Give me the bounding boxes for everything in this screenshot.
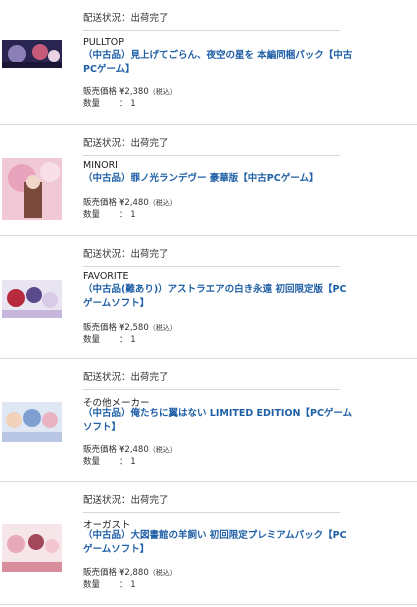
product-thumbnail[interactable]: [2, 280, 62, 318]
product-title-link[interactable]: （中古品）俺たちに翼はない LIMITED EDITION【PCゲームソフト】: [83, 407, 353, 435]
quantity-row: 数量 ： 1: [83, 578, 136, 590]
quantity-label: 数量: [83, 99, 101, 109]
product-title-link[interactable]: （中古品）罪ノ光ランデヴー 豪華版【中古PCゲーム】: [83, 172, 353, 186]
delivery-status: 配送状況：出荷完了: [83, 369, 340, 390]
quantity-separator: ：: [119, 457, 128, 467]
tax-note: （税込）: [148, 324, 177, 332]
price-value: ¥2,580: [119, 323, 149, 333]
order-item: 配送状況：出荷完了 その他メーカー （中古品）俺たちに翼はない LIMITED …: [0, 359, 417, 482]
price-label: 販売価格 ：: [83, 87, 129, 97]
maker-name: PULLTOP: [83, 37, 124, 48]
quantity-row: 数量 ： 1: [83, 333, 136, 345]
order-item: 配送状況：出荷完了 オーガスト （中古品）大図書館の羊飼い 初回限定プレミアムパ…: [0, 482, 417, 605]
quantity-row: 数量 ： 1: [83, 97, 136, 109]
price-row: 販売価格 ：¥2,880（税込）: [83, 566, 177, 578]
quantity-label: 数量: [83, 580, 101, 590]
order-item: 配送状況：出荷完了 FAVORITE （中古品(難あり)）アストラエアの白き永遠…: [0, 236, 417, 359]
tax-note: （税込）: [148, 446, 177, 454]
quantity-value: 1: [130, 99, 136, 109]
product-title-link[interactable]: （中古品(難あり)）アストラエアの白き永遠 初回限定版【PCゲームソフト】: [83, 283, 353, 311]
quantity-label: 数量: [83, 210, 101, 220]
product-title-link[interactable]: （中古品）見上げてごらん、夜空の星を 本編同梱パック【中古PCゲーム】: [83, 49, 353, 77]
maker-name: MINORI: [83, 160, 118, 171]
product-thumbnail[interactable]: [2, 524, 62, 572]
product-thumbnail[interactable]: [2, 402, 62, 442]
price-label: 販売価格 ：: [83, 198, 129, 208]
delivery-status: 配送状況：出荷完了: [83, 10, 340, 31]
delivery-status: 配送状況：出荷完了: [83, 492, 340, 513]
quantity-row: 数量 ： 1: [83, 208, 136, 220]
price-value: ¥2,380: [119, 87, 149, 97]
quantity-separator: ：: [119, 99, 128, 109]
order-item: 配送状況：出荷完了 MINORI （中古品）罪ノ光ランデヴー 豪華版【中古PCゲ…: [0, 125, 417, 236]
tax-note: （税込）: [148, 199, 177, 207]
quantity-separator: ：: [119, 580, 128, 590]
price-row: 販売価格 ：¥2,480（税込）: [83, 443, 177, 455]
quantity-value: 1: [130, 210, 136, 220]
order-item: 配送状況：出荷完了 PULLTOP （中古品）見上げてごらん、夜空の星を 本編同…: [0, 0, 417, 125]
price-row: 販売価格 ：¥2,580（税込）: [83, 321, 177, 333]
quantity-label: 数量: [83, 457, 101, 467]
price-label: 販売価格 ：: [83, 323, 129, 333]
price-value: ¥2,480: [119, 198, 149, 208]
price-value: ¥2,880: [119, 568, 149, 578]
quantity-value: 1: [130, 580, 136, 590]
price-row: 販売価格 ：¥2,380（税込）: [83, 85, 177, 97]
quantity-value: 1: [130, 335, 136, 345]
product-thumbnail[interactable]: [2, 158, 62, 220]
price-label: 販売価格 ：: [83, 568, 129, 578]
tax-note: （税込）: [148, 88, 177, 96]
tax-note: （税込）: [148, 569, 177, 577]
price-row: 販売価格 ：¥2,480（税込）: [83, 196, 177, 208]
price-value: ¥2,480: [119, 445, 149, 455]
delivery-status: 配送状況：出荷完了: [83, 135, 340, 156]
product-title-link[interactable]: （中古品）大図書館の羊飼い 初回限定プレミアムパック【PCゲームソフト】: [83, 529, 353, 557]
quantity-separator: ：: [119, 335, 128, 345]
maker-name: FAVORITE: [83, 271, 129, 282]
quantity-label: 数量: [83, 335, 101, 345]
quantity-value: 1: [130, 457, 136, 467]
quantity-separator: ：: [119, 210, 128, 220]
quantity-row: 数量 ： 1: [83, 455, 136, 467]
delivery-status: 配送状況：出荷完了: [83, 246, 340, 267]
price-label: 販売価格 ：: [83, 445, 129, 455]
product-thumbnail[interactable]: [2, 40, 62, 68]
